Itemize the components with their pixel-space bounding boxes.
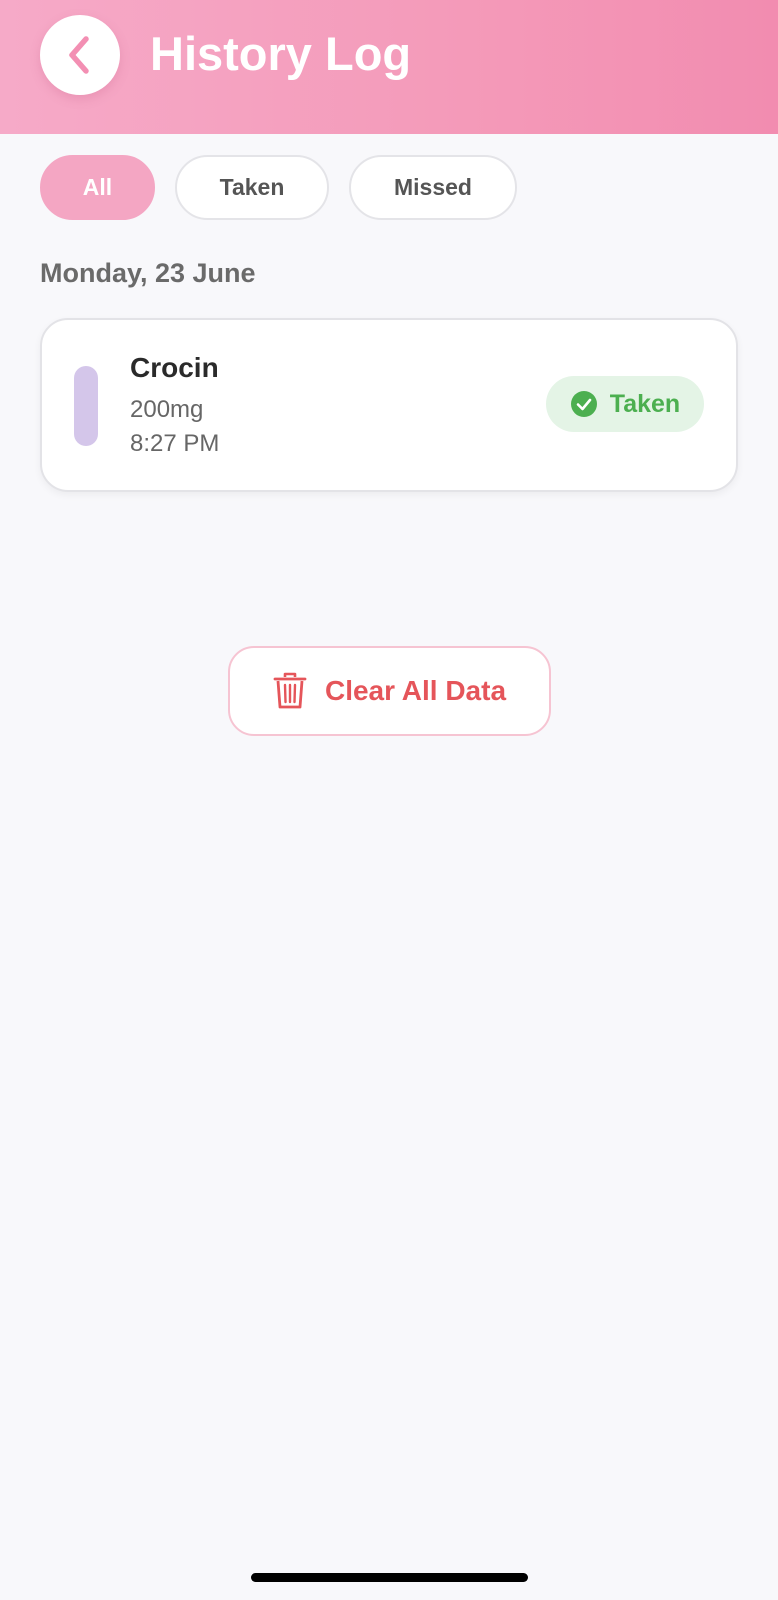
back-button[interactable] xyxy=(40,15,120,95)
clear-all-data-button[interactable]: Clear All Data xyxy=(228,646,551,736)
trash-icon xyxy=(273,672,307,709)
check-circle-icon xyxy=(570,391,597,417)
clear-all-data-label: Clear All Data xyxy=(324,675,507,706)
status-label: Taken xyxy=(609,389,681,418)
filter-bar: All Taken Missed xyxy=(40,155,517,220)
page-title: History Log xyxy=(150,27,412,80)
medication-name: Crocin xyxy=(130,352,219,383)
filter-missed-chip[interactable]: Missed xyxy=(349,155,517,220)
status-badge: Taken xyxy=(546,376,704,432)
medication-dose: 200mg xyxy=(130,396,204,423)
date-heading: Monday, 23 June xyxy=(40,258,256,288)
pill-color-indicator xyxy=(74,366,98,446)
medication-time: 8:27 PM xyxy=(130,430,220,457)
app-header: History Log xyxy=(0,0,778,134)
filter-taken-chip[interactable]: Taken xyxy=(175,155,329,220)
chevron-left-icon xyxy=(69,36,89,74)
home-indicator xyxy=(251,1573,528,1582)
medication-log-card[interactable]: Crocin 200mg 8:27 PM Taken xyxy=(40,318,738,492)
filter-all-chip[interactable]: All xyxy=(40,155,155,220)
